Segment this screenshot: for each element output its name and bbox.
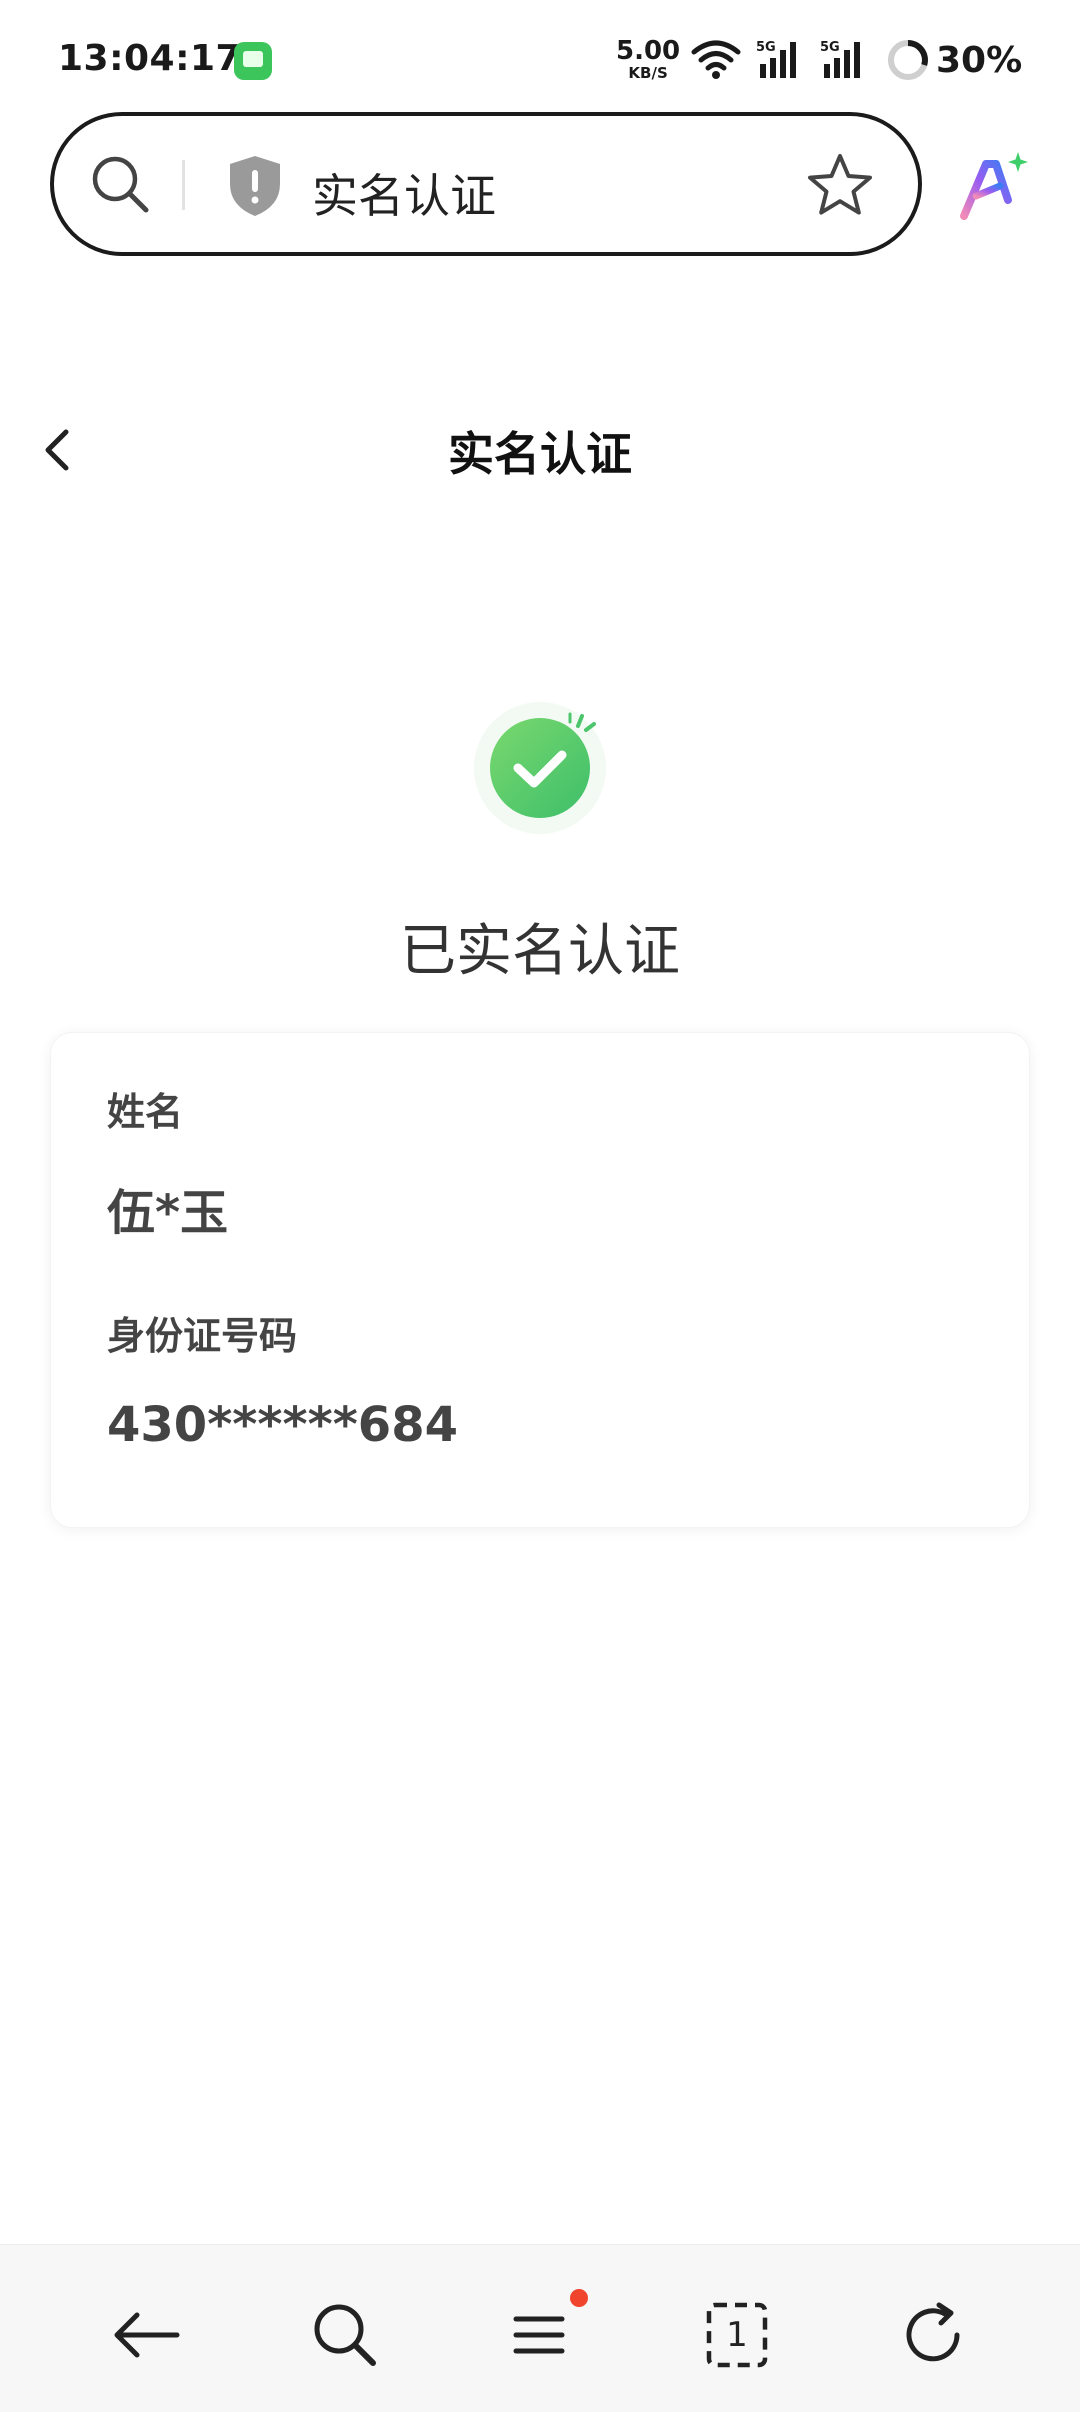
ai-assistant-icon[interactable] bbox=[956, 150, 1032, 230]
page-header: 实名认证 bbox=[0, 400, 1080, 500]
tab-count: 1 bbox=[726, 2315, 748, 2355]
signal-label: 5G bbox=[756, 40, 776, 55]
battery-percent: 30% bbox=[936, 40, 1023, 81]
back-arrow-icon[interactable] bbox=[107, 2295, 187, 2375]
signal-icon: 5G bbox=[756, 38, 810, 86]
shield-icon[interactable] bbox=[226, 154, 284, 222]
signal-icon: 5G bbox=[820, 38, 874, 86]
bottom-nav: 1 bbox=[0, 2244, 1080, 2412]
name-value: 伍*玉 bbox=[107, 1185, 229, 1241]
info-card: 姓名 伍*玉 身份证号码 430******684 bbox=[50, 1032, 1030, 1528]
signal-label: 5G bbox=[820, 40, 840, 55]
menu-icon[interactable] bbox=[500, 2295, 580, 2375]
status-time: 13:04:17 bbox=[58, 38, 242, 79]
id-number-label: 身份证号码 bbox=[107, 1314, 298, 1358]
check-circle-icon bbox=[466, 700, 614, 852]
search-icon[interactable] bbox=[88, 152, 154, 222]
tabs-icon[interactable]: 1 bbox=[697, 2295, 777, 2375]
wifi-icon bbox=[690, 38, 742, 86]
network-speed: 5.00 KB/S bbox=[616, 38, 680, 81]
network-speed-value: 5.00 bbox=[616, 36, 681, 66]
refresh-icon[interactable] bbox=[893, 2295, 973, 2375]
battery-ring-icon bbox=[886, 38, 930, 86]
name-label: 姓名 bbox=[107, 1090, 184, 1134]
page-title: 实名认证 bbox=[448, 427, 632, 481]
status-text: 已实名认证 bbox=[400, 919, 680, 984]
message-app-icon bbox=[234, 42, 272, 80]
address-bar[interactable]: 实名认证 bbox=[50, 112, 922, 256]
network-speed-unit: KB/S bbox=[628, 64, 668, 82]
star-icon[interactable] bbox=[806, 152, 874, 222]
id-number-value: 430******684 bbox=[107, 1397, 458, 1453]
address-title[interactable]: 实名认证 bbox=[312, 160, 496, 226]
search-icon[interactable] bbox=[305, 2295, 385, 2375]
status-bar: 13:04:17 5.00 KB/S 5G 5G 30% bbox=[0, 0, 1080, 110]
divider bbox=[182, 160, 185, 210]
notification-badge bbox=[570, 2289, 588, 2307]
